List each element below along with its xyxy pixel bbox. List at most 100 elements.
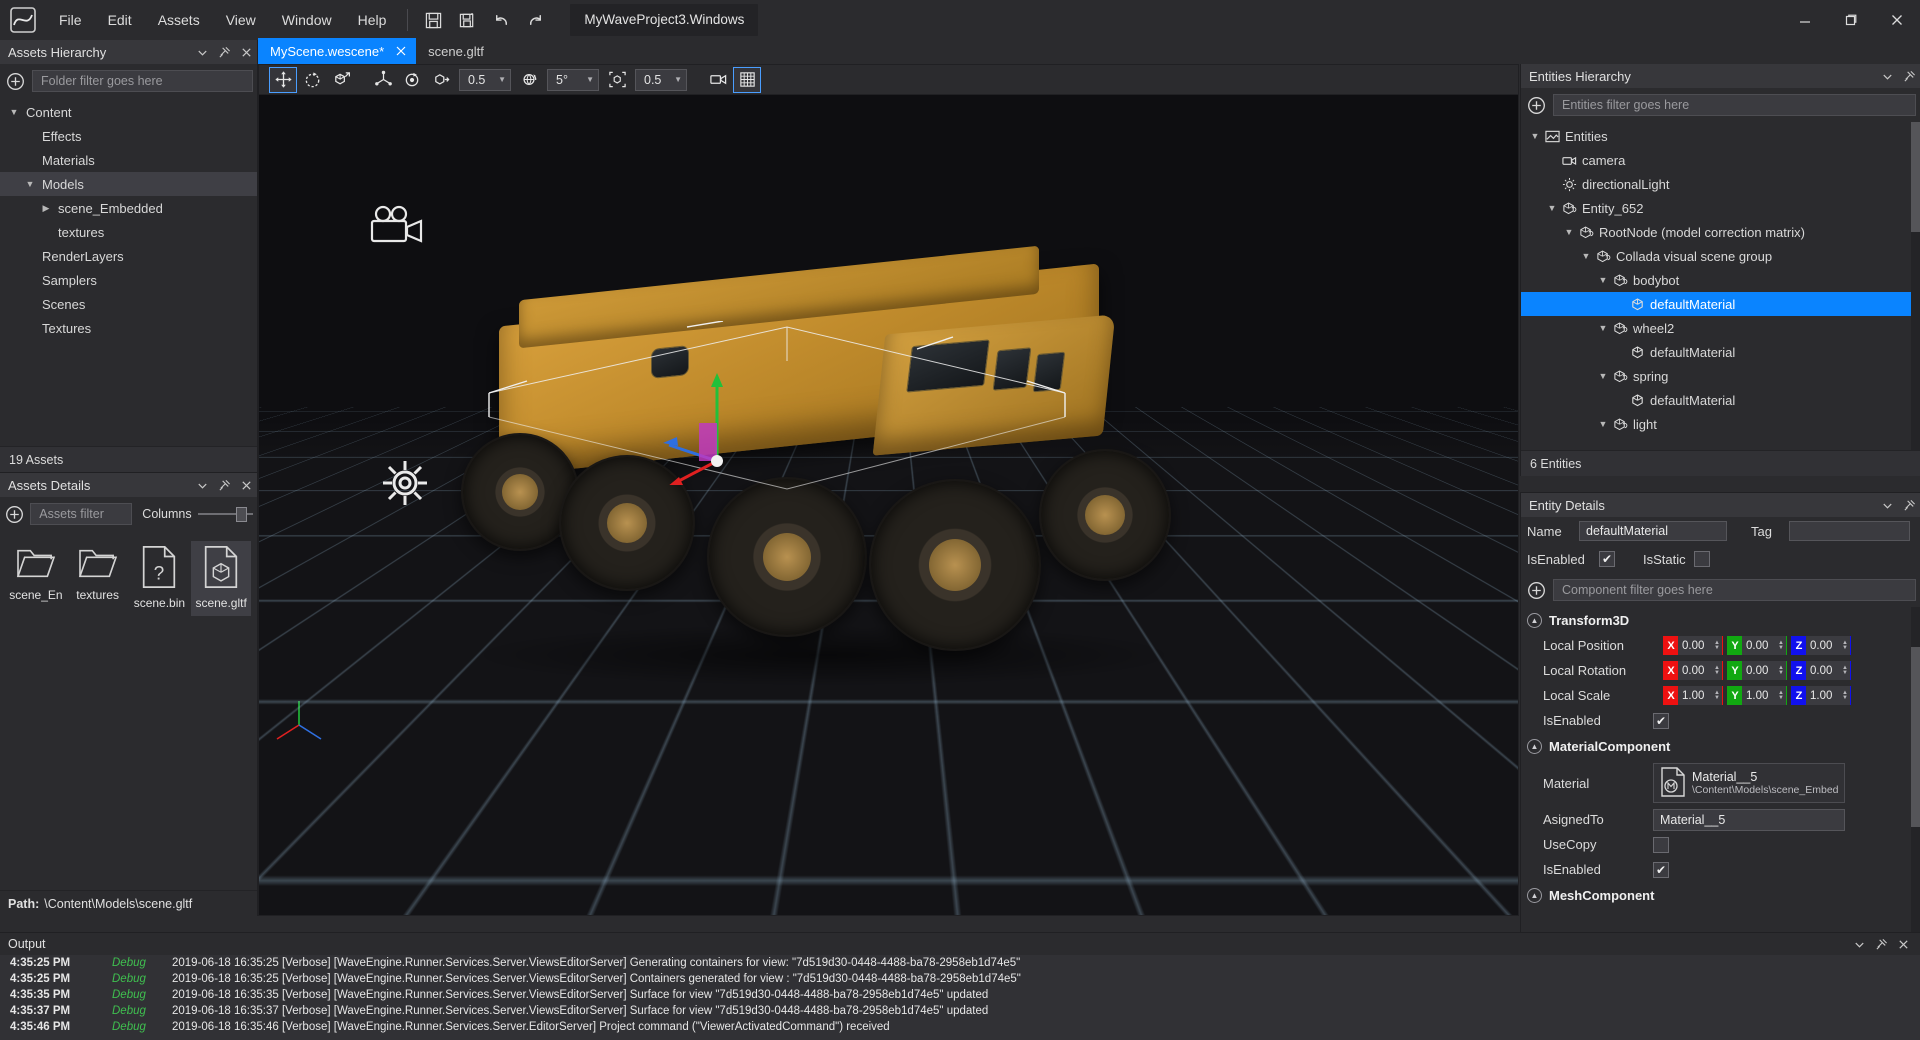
stepper-icon[interactable]: ▲ ▼ — [1842, 640, 1848, 651]
assets-tree-item[interactable]: ▼Materials — [0, 148, 257, 172]
entities-filter-input[interactable]: Entities filter goes here — [1553, 94, 1916, 116]
usecopy-checkbox[interactable] — [1653, 836, 1669, 853]
material-asset-picker[interactable]: Material__5 \Content\Models\scene_Embed — [1653, 763, 1845, 803]
scrollbar-thumb[interactable] — [1911, 647, 1920, 827]
entities-tree-item[interactable]: ▼defaultMaterial — [1521, 340, 1920, 364]
assets-tree-item[interactable]: ▼ Content — [0, 100, 257, 124]
entities-tree-item[interactable]: ▼ RootNode (model correction matrix) — [1521, 220, 1920, 244]
stepper-icon[interactable]: ▲ ▼ — [1842, 665, 1848, 676]
maximize-button[interactable] — [1828, 0, 1874, 40]
grid-toggle-button[interactable] — [733, 66, 761, 93]
caret-down-icon[interactable]: ▼ — [1595, 416, 1611, 432]
plus-circle-icon[interactable] — [4, 503, 24, 525]
stepper-icon[interactable]: ▲ ▼ — [1778, 665, 1784, 676]
folder-filter-input[interactable]: Folder filter goes here — [32, 70, 253, 92]
mesh-component-header[interactable]: ▲ MeshComponent — [1521, 882, 1920, 908]
stepper-icon[interactable]: ▲ ▼ — [1714, 640, 1720, 651]
snap-translate-button[interactable] — [369, 67, 397, 93]
camera-preview-button[interactable] — [704, 67, 732, 93]
rover-model[interactable] — [439, 245, 1199, 695]
chevron-up-icon[interactable]: ▲ — [1527, 612, 1542, 628]
caret-down-icon[interactable]: ▼ — [1561, 224, 1577, 240]
minimize-button[interactable] — [1782, 0, 1828, 40]
caret-down-icon[interactable]: ▼ — [22, 176, 38, 192]
chevron-down-icon[interactable] — [1848, 933, 1870, 955]
scale-snap-select[interactable]: 0.5 ▼ — [635, 68, 687, 91]
close-icon[interactable] — [235, 474, 257, 496]
output-log-table[interactable]: 4:35:25 PM Debug 2019-06-18 16:35:25 [Verb… — [0, 955, 1920, 1040]
entities-tree-item[interactable]: ▼ wheel2 — [1521, 316, 1920, 340]
undo-icon[interactable] — [486, 5, 516, 35]
translate-gizmo[interactable] — [663, 365, 783, 485]
axis-z-field[interactable]: Z 0.00 ▲ ▼ — [1791, 636, 1851, 655]
assets-filter-input[interactable]: Assets filter — [30, 503, 133, 525]
caret-down-icon[interactable]: ▼ — [1544, 200, 1560, 216]
axis-y-field[interactable]: Y 0.00 ▲ ▼ — [1727, 661, 1787, 680]
assets-tree-item[interactable]: ▼Textures — [0, 316, 257, 340]
material-isenabled-checkbox[interactable]: ✔ — [1653, 861, 1669, 878]
save-icon[interactable] — [418, 5, 448, 35]
axis-x-value[interactable]: 0.00 ▲ ▼ — [1678, 661, 1722, 680]
log-row[interactable]: 4:35:37 PM Debug 2019-06-18 16:35:37 [Verb… — [0, 1003, 1920, 1019]
assets-tree-item[interactable]: ▼Scenes — [0, 292, 257, 316]
assets-tree-item[interactable]: ▼ Models — [0, 172, 257, 196]
axis-x-field[interactable]: X 0.00 ▲ ▼ — [1663, 636, 1723, 655]
assets-tree-item[interactable]: ▼Effects — [0, 124, 257, 148]
caret-down-icon[interactable]: ▼ — [6, 104, 22, 120]
menu-help[interactable]: Help — [345, 0, 400, 40]
snap-scale-button[interactable] — [427, 67, 455, 93]
bounds-scale-icon[interactable] — [603, 67, 631, 93]
axis-y-value[interactable]: 0.00 ▲ ▼ — [1742, 636, 1786, 655]
entities-tree-item[interactable]: ▼camera — [1521, 148, 1920, 172]
menu-file[interactable]: File — [46, 0, 95, 40]
translate-snap-select[interactable]: 0.5 ▼ — [459, 68, 511, 91]
isstatic-checkbox[interactable] — [1693, 551, 1710, 567]
chevron-down-icon[interactable] — [1876, 494, 1898, 516]
assets-tree-item[interactable]: ▼textures — [0, 220, 257, 244]
translate-tool-button[interactable] — [269, 66, 297, 93]
pin-icon[interactable] — [1870, 933, 1892, 955]
snap-rotate-button[interactable] — [398, 67, 426, 93]
plus-circle-icon[interactable] — [1525, 94, 1547, 116]
viewport-canvas[interactable] — [259, 95, 1518, 915]
scale-tool-button[interactable] — [327, 67, 355, 93]
entities-tree-item[interactable]: ▼defaultMaterial — [1521, 388, 1920, 412]
pin-icon[interactable] — [213, 41, 235, 63]
entity-name-input[interactable]: defaultMaterial — [1579, 521, 1727, 541]
entities-tree-item[interactable]: ▼ Collada visual scene group — [1521, 244, 1920, 268]
log-row[interactable]: 4:35:25 PM Debug 2019-06-18 16:35:25 [Verb… — [0, 955, 1920, 971]
entities-tree-item[interactable]: ▼defaultMaterial — [1521, 292, 1920, 316]
globe-rotate-icon[interactable] — [515, 67, 543, 93]
pin-icon[interactable] — [213, 474, 235, 496]
assets-tree-item[interactable]: ▼RenderLayers — [0, 244, 257, 268]
entities-tree-item[interactable]: ▼ bodybot — [1521, 268, 1920, 292]
assets-tree-item[interactable]: ▼Samplers — [0, 268, 257, 292]
stepper-icon[interactable]: ▲ ▼ — [1714, 690, 1720, 701]
plus-circle-icon[interactable] — [1525, 579, 1547, 601]
caret-down-icon[interactable]: ▼ — [1595, 320, 1611, 336]
caret-right-icon[interactable]: ▶ — [38, 200, 54, 216]
rotate-snap-select[interactable]: 5° ▼ — [547, 68, 599, 91]
transform-isenabled-checkbox[interactable]: ✔ — [1653, 712, 1669, 729]
menu-window[interactable]: Window — [269, 0, 345, 40]
redo-icon[interactable] — [520, 5, 550, 35]
tab-scene-gltf[interactable]: scene.gltf — [416, 38, 492, 64]
plus-circle-icon[interactable] — [4, 70, 26, 92]
close-icon[interactable] — [1892, 933, 1914, 955]
entities-tree-item[interactable]: ▼ Entities — [1521, 124, 1920, 148]
axis-x-field[interactable]: X 1.00 ▲ ▼ — [1663, 686, 1723, 705]
axis-z-field[interactable]: Z 1.00 ▲ ▼ — [1791, 686, 1851, 705]
isenabled-checkbox[interactable]: ✔ — [1599, 551, 1615, 567]
chevron-down-icon[interactable] — [1876, 65, 1898, 87]
axis-y-value[interactable]: 0.00 ▲ ▼ — [1742, 661, 1786, 680]
axis-y-field[interactable]: Y 1.00 ▲ ▼ — [1727, 686, 1787, 705]
entities-tree-item[interactable]: ▼directionalLight — [1521, 172, 1920, 196]
entities-tree-item[interactable]: ▼ Entity_652 — [1521, 196, 1920, 220]
gear-icon[interactable] — [377, 455, 433, 514]
tab-close-icon[interactable] — [394, 44, 408, 58]
chevron-up-icon[interactable]: ▲ — [1527, 738, 1542, 754]
axis-z-value[interactable]: 1.00 ▲ ▼ — [1806, 686, 1850, 705]
close-button[interactable] — [1874, 0, 1920, 40]
assets-tree-item[interactable]: ▶ scene_Embedded — [0, 196, 257, 220]
menu-edit[interactable]: Edit — [95, 0, 145, 40]
